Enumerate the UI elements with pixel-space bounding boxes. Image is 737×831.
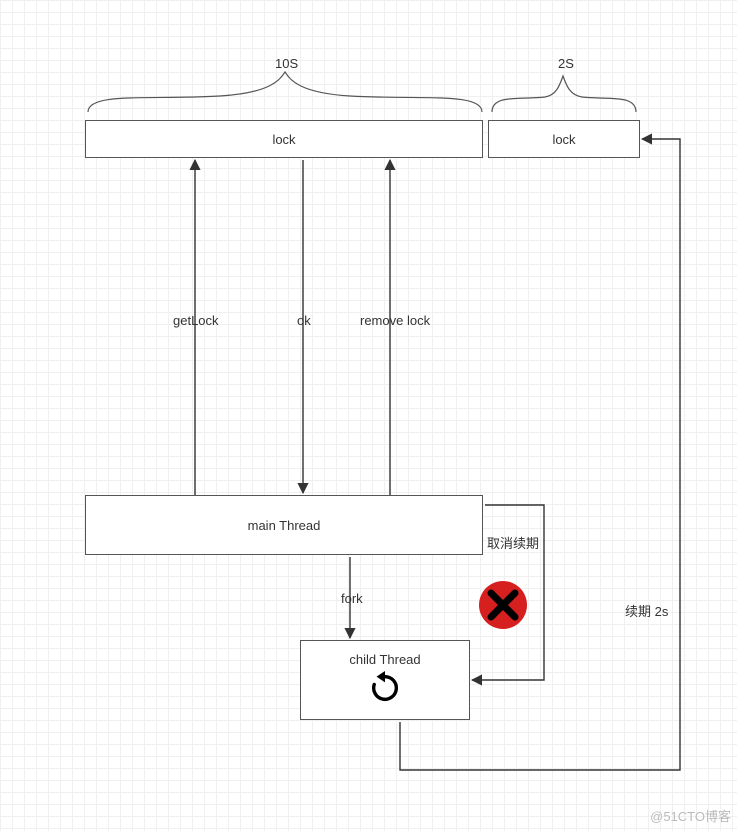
edge-label-getlock: getLock bbox=[170, 312, 222, 329]
edge-label-cancel-renew: 取消续期 bbox=[484, 532, 542, 553]
cancel-icon bbox=[478, 580, 528, 630]
watermark: @51CTO博客 bbox=[650, 806, 731, 825]
box-lock-right-label: lock bbox=[552, 132, 575, 147]
box-child-thread: child Thread bbox=[300, 640, 470, 720]
refresh-icon bbox=[368, 671, 402, 708]
box-child-thread-label: child Thread bbox=[349, 652, 420, 667]
box-lock-left-label: lock bbox=[272, 132, 295, 147]
box-lock-left: lock bbox=[85, 120, 483, 158]
box-lock-right: lock bbox=[488, 120, 640, 158]
box-main-thread-label: main Thread bbox=[248, 518, 321, 533]
box-main-thread: main Thread bbox=[85, 495, 483, 555]
edge-label-fork: fork bbox=[338, 590, 366, 607]
edge-label-remove-lock: remove lock bbox=[357, 312, 433, 329]
time-label-2s: 2S bbox=[555, 55, 577, 72]
time-label-10s: 10S bbox=[272, 55, 301, 72]
edge-label-renew-2s: 续期 2s bbox=[622, 600, 671, 621]
edge-label-ok: ok bbox=[294, 312, 314, 329]
